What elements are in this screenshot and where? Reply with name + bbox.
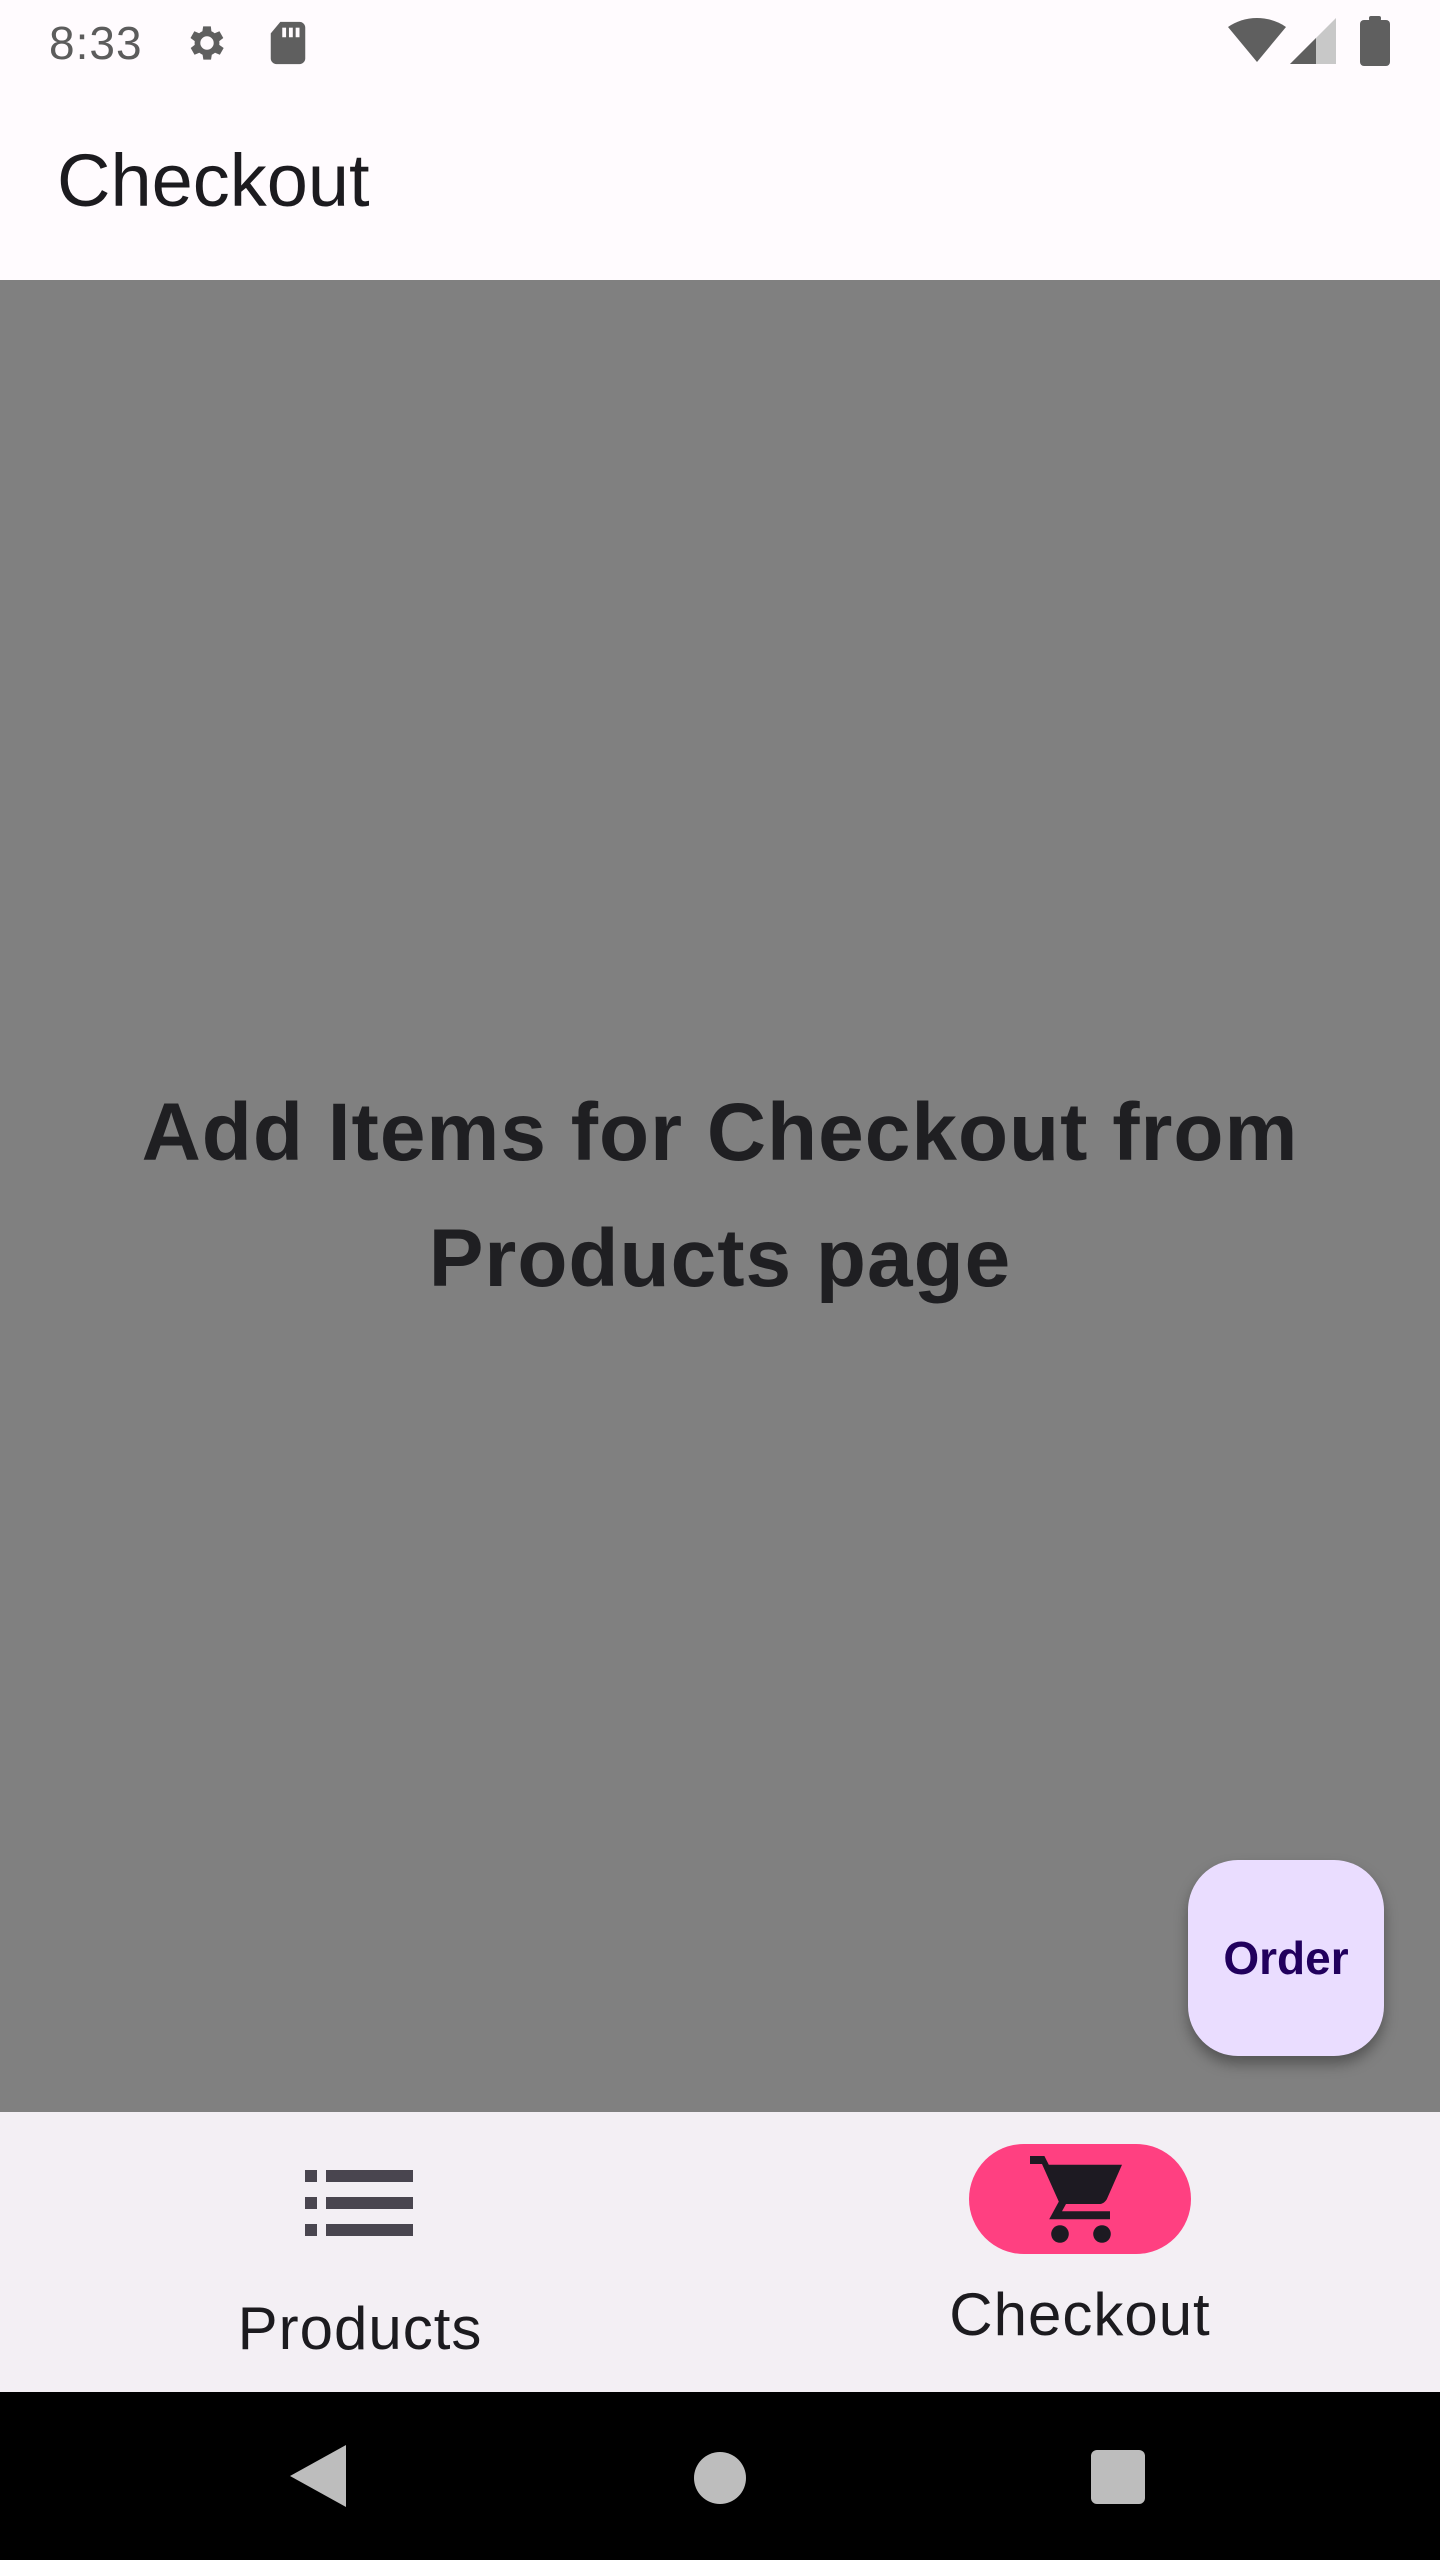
sd-card-icon <box>270 21 306 65</box>
status-bar: 8:33 <box>0 0 1440 84</box>
list-icon <box>305 2170 413 2236</box>
recents-icon[interactable] <box>1091 2450 1145 2504</box>
home-icon[interactable] <box>694 2452 746 2504</box>
checkout-content: Add Items for Checkout from Products pag… <box>0 280 1440 2112</box>
gear-icon <box>190 26 224 60</box>
empty-cart-message: Add Items for Checkout from Products pag… <box>141 1087 1299 1304</box>
nav-item-products[interactable]: Products <box>0 2112 720 2392</box>
status-time: 8:33 <box>49 17 143 69</box>
battery-icon <box>1360 16 1390 66</box>
wifi-icon <box>1228 18 1286 62</box>
nav-item-checkout[interactable]: Checkout <box>720 2112 1440 2392</box>
back-icon[interactable] <box>290 2445 346 2507</box>
page-title: Checkout <box>57 139 370 222</box>
nav-label-checkout: Checkout <box>949 2281 1211 2348</box>
top-app-bar: Checkout <box>0 84 1440 280</box>
system-navigation-bar <box>0 2392 1440 2560</box>
order-button[interactable]: Order <box>1188 1860 1384 2056</box>
nav-label-products: Products <box>237 2295 483 2362</box>
signal-icon <box>1290 18 1336 64</box>
bottom-navigation: Products Checkout <box>0 2112 1440 2392</box>
cart-icon <box>1030 2156 1122 2243</box>
